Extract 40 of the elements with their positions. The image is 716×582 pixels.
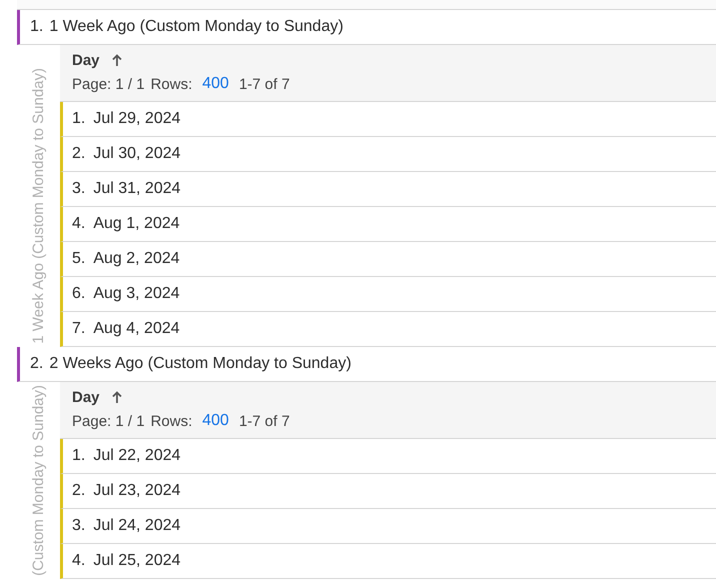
row-date: Aug 1, 2024	[93, 215, 180, 233]
row-date: Aug 3, 2024	[93, 285, 180, 303]
row-date: Aug 4, 2024	[93, 320, 180, 338]
page-indicator: Page: 1 / 1	[72, 76, 145, 92]
group-title: 1 Week Ago (Custom Monday to Sunday)	[49, 18, 344, 36]
row-rank: 1.	[72, 447, 86, 465]
row-rank: 5.	[72, 250, 86, 268]
row-rank: 2.	[72, 145, 86, 163]
row-rank: 1.	[72, 110, 86, 128]
row-rank: 7.	[72, 320, 86, 338]
rows-per-page-link[interactable]: 400	[202, 75, 229, 93]
row-date: Jul 23, 2024	[93, 482, 181, 500]
row-date: Jul 24, 2024	[93, 517, 181, 535]
row-date: Jul 31, 2024	[93, 180, 181, 198]
group-side-label: (Custom Monday to Sunday)	[30, 384, 47, 578]
row-rank: 3.	[72, 180, 86, 198]
rows-label: Rows:	[150, 412, 192, 430]
group-side-label: 1 Week Ago (Custom Monday to Sunday)	[30, 67, 47, 346]
column-name[interactable]: Day	[72, 389, 100, 406]
row-date: Jul 25, 2024	[93, 552, 181, 570]
row-date: Jul 29, 2024	[93, 110, 181, 128]
row-rank: 3.	[72, 517, 86, 535]
row-range: 1-7 of 7	[238, 412, 290, 430]
row-rank: 2.	[72, 482, 86, 500]
row-date: Jul 22, 2024	[93, 447, 181, 465]
group-title: 2 Weeks Ago (Custom Monday to Sunday)	[49, 355, 352, 373]
column-name[interactable]: Day	[72, 52, 100, 69]
row-date: Aug 2, 2024	[93, 250, 180, 268]
up-arrow-icon[interactable]	[112, 54, 122, 67]
row-rank: 4.	[72, 215, 86, 233]
row-date: Jul 30, 2024	[93, 145, 181, 163]
rows-per-page-link[interactable]: 400	[202, 412, 229, 430]
group-rank: 1.	[30, 18, 44, 36]
rows-label: Rows:	[150, 76, 192, 92]
row-rank: 6.	[72, 285, 86, 303]
group-rank: 2.	[30, 355, 44, 373]
row-range: 1-7 of 7	[238, 76, 290, 92]
page-indicator: Page: 1 / 1	[72, 412, 145, 430]
row-rank: 4.	[72, 552, 86, 570]
up-arrow-icon[interactable]	[112, 391, 122, 404]
